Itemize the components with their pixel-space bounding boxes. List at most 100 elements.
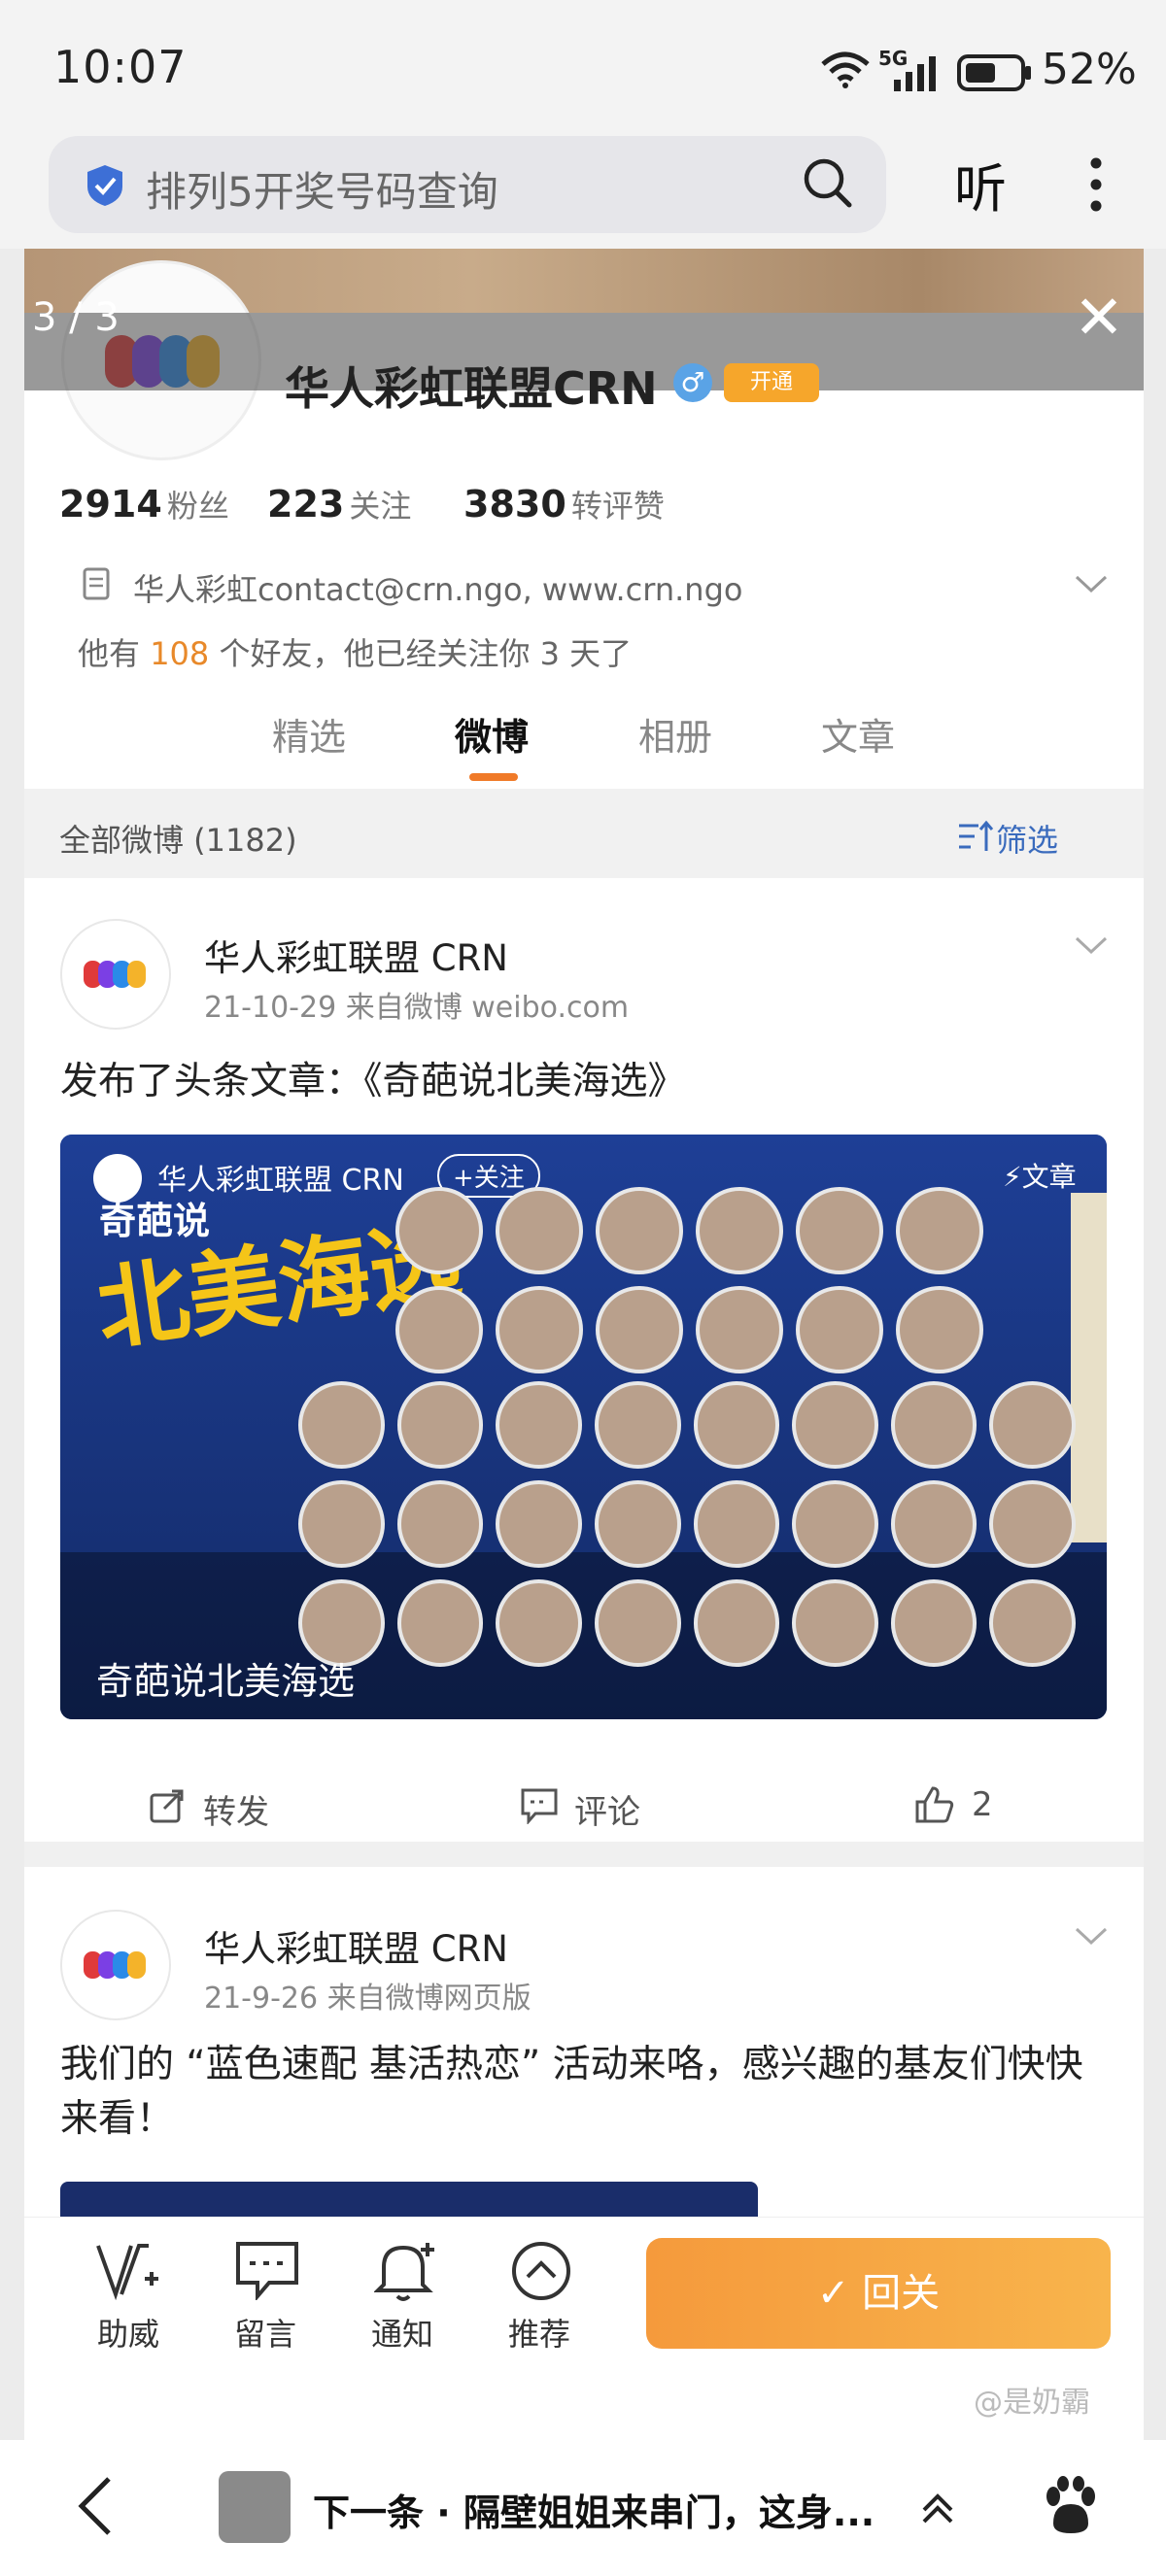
vip-badge[interactable]: 开通 xyxy=(724,363,819,402)
contestant-photo xyxy=(696,1286,783,1373)
contestant-photo xyxy=(594,1381,681,1469)
post-separator xyxy=(24,1842,1144,1867)
tab-album[interactable]: 相册 xyxy=(638,707,712,761)
post-text: 发布了头条文章：《奇葩说北美海选》 xyxy=(60,1060,686,1103)
contestant-photo xyxy=(796,1286,883,1373)
search-icon[interactable] xyxy=(803,157,853,210)
close-icon[interactable]: ✕ xyxy=(1074,282,1124,353)
tab-articles[interactable]: 文章 xyxy=(821,707,895,761)
contestant-photo xyxy=(496,1286,583,1373)
listen-button[interactable]: 听 xyxy=(954,146,1007,222)
contestant-photo xyxy=(989,1579,1076,1667)
cheer-label[interactable]: 助威 xyxy=(97,2310,159,2355)
signal-icon xyxy=(894,56,936,91)
watermark: @是奶霸 xyxy=(974,2386,1090,2420)
mutual-friends-text: 他有 108 个好友，他已经关注你 3 天了 xyxy=(78,635,633,672)
contestant-photo xyxy=(890,1579,977,1667)
image-viewer: 3 / 3 ✕ 华人彩虹联盟CRN ♂ 开通 2914 粉丝 223 关注 38… xyxy=(24,249,1144,2440)
contestant-photo xyxy=(496,1579,582,1667)
profile-description: 华人彩虹contact@crn.ngo, www.crn.ngo xyxy=(133,571,743,608)
chevron-down-icon[interactable] xyxy=(1074,573,1109,594)
contestant-photo xyxy=(896,1187,983,1274)
document-icon xyxy=(83,567,110,600)
message-icon[interactable] xyxy=(234,2240,300,2300)
notify-label[interactable]: 通知 xyxy=(371,2310,433,2355)
back-icon[interactable] xyxy=(76,2475,115,2537)
tab-featured[interactable]: 精选 xyxy=(272,707,346,761)
contestant-photo xyxy=(693,1579,780,1667)
post-avatar[interactable] xyxy=(60,1910,171,2020)
recommend-label[interactable]: 推荐 xyxy=(508,2310,570,2355)
cheer-icon[interactable] xyxy=(94,2240,162,2300)
contestant-photo xyxy=(890,1480,977,1568)
card-title: 奇葩说北美海选 xyxy=(96,1660,356,1703)
contestant-photo xyxy=(496,1480,582,1568)
contestant-photo xyxy=(496,1381,582,1469)
battery-percent: 52% xyxy=(1042,45,1137,94)
contestant-photo xyxy=(792,1381,878,1469)
chevron-up-icon[interactable] xyxy=(921,2492,954,2525)
comment-icon[interactable] xyxy=(520,1787,559,1824)
stat-interactions[interactable]: 3830 转评赞 xyxy=(463,482,665,526)
post-image[interactable] xyxy=(60,2182,758,2220)
contestant-photo xyxy=(693,1381,780,1469)
contestant-photo xyxy=(396,1480,484,1568)
baidu-paw-icon[interactable] xyxy=(1040,2475,1102,2537)
article-card[interactable]: 华人彩虹联盟 CRN +关注 ⚡文章 奇葩说 北美海选 奇葩说北美海选 xyxy=(60,1135,1107,1719)
profile-name: 华人彩虹联盟CRN xyxy=(285,362,658,415)
stat-following[interactable]: 223 关注 xyxy=(267,482,411,526)
contestant-photo xyxy=(696,1187,783,1274)
battery-icon xyxy=(957,54,1031,91)
post-author[interactable]: 华人彩虹联盟 CRN xyxy=(204,929,508,981)
chevron-down-icon[interactable] xyxy=(1074,934,1109,956)
contestant-photo xyxy=(496,1187,583,1274)
more-vertical-icon[interactable] xyxy=(1088,155,1104,214)
status-time: 10:07 xyxy=(53,41,188,93)
post-avatar[interactable] xyxy=(60,919,171,1030)
contestant-photo xyxy=(792,1480,878,1568)
crn-logo-icon xyxy=(84,961,146,988)
contestant-photo xyxy=(594,1480,681,1568)
contestant-photo xyxy=(896,1286,983,1373)
like-count[interactable]: 2 xyxy=(972,1785,993,1824)
contestant-photo xyxy=(395,1286,483,1373)
like-icon[interactable] xyxy=(914,1785,955,1824)
repost-label[interactable]: 转发 xyxy=(203,1785,269,1833)
wifi-icon xyxy=(821,51,870,88)
contestant-photo xyxy=(890,1381,977,1469)
message-label[interactable]: 留言 xyxy=(234,2310,296,2355)
post-meta: 21-9-26 来自微博网页版 xyxy=(204,1982,532,2016)
contestant-grid xyxy=(395,1187,998,1385)
comment-label[interactable]: 评论 xyxy=(574,1785,640,1833)
contestant-photo xyxy=(596,1187,683,1274)
repost-icon[interactable] xyxy=(149,1787,186,1824)
contestant-photo xyxy=(989,1381,1076,1469)
recommend-icon[interactable] xyxy=(510,2240,572,2302)
contestant-photo xyxy=(693,1480,780,1568)
crn-logo-icon xyxy=(84,1951,146,1979)
contestant-photo xyxy=(989,1480,1076,1568)
contestant-photo xyxy=(796,1187,883,1274)
chevron-down-icon[interactable] xyxy=(1074,1925,1109,1947)
post-actions: 转发 评论 2 xyxy=(24,1752,1144,1849)
contestant-photo xyxy=(594,1579,681,1667)
card-type-label: ⚡文章 xyxy=(1003,1161,1077,1193)
filter-icon[interactable] xyxy=(957,820,994,855)
shield-icon xyxy=(87,165,122,206)
post-author[interactable]: 华人彩虹联盟 CRN xyxy=(204,1919,508,1972)
notify-icon[interactable] xyxy=(374,2240,438,2302)
stat-followers[interactable]: 2914 粉丝 xyxy=(59,482,229,526)
contestant-photo xyxy=(792,1579,878,1667)
post-text: 我们的 “蓝色速配 基活热恋” 活动来咯，感兴趣的基友们快快来看！ xyxy=(60,2043,1083,2141)
next-item-title[interactable]: 下一条 · 隔壁姐姐来串门，这身... xyxy=(313,2483,874,2536)
follow-back-button[interactable]: ✓ 回关 xyxy=(646,2238,1111,2349)
contestant-photo xyxy=(298,1381,385,1469)
male-icon: ♂ xyxy=(673,363,712,402)
next-thumbnail[interactable] xyxy=(219,2471,291,2543)
contestant-photo xyxy=(396,1381,484,1469)
post-meta: 21-10-29 来自微博 weibo.com xyxy=(204,991,630,1025)
contestant-photo xyxy=(298,1480,385,1568)
filter-button[interactable]: 筛选 xyxy=(996,816,1058,861)
tab-weibo[interactable]: 微博 xyxy=(455,707,529,761)
image-counter: 3 / 3 xyxy=(32,295,120,340)
